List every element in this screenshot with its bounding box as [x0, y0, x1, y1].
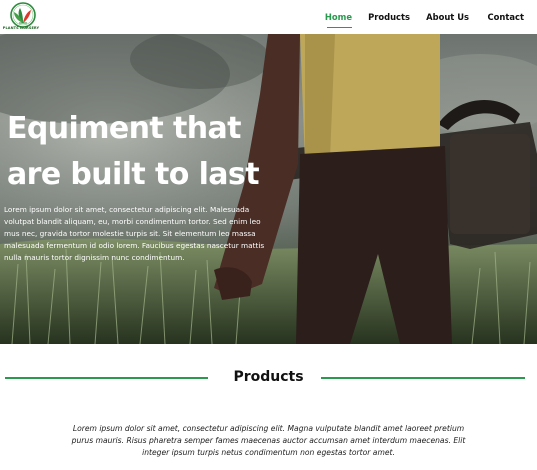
divider-right — [321, 377, 525, 379]
hero-title: Equiment that are built to last — [7, 106, 277, 198]
hero-description: Lorem ipsum dolor sit amet, consectetur … — [4, 205, 265, 262]
hero-title-line-2: are built to last — [7, 157, 260, 192]
site-header: PLANTS NURSERY Home Products About Us Co… — [0, 0, 537, 34]
nav-products[interactable]: Products — [368, 12, 410, 22]
nav-about-us[interactable]: About Us — [426, 12, 469, 22]
logo-text: PLANTS NURSERY — [2, 26, 40, 30]
hero-banner: Equiment that are built to last Lorem ip… — [0, 34, 537, 344]
hero-title-line-1: Equiment that — [7, 111, 241, 146]
nav-contact[interactable]: Contact — [488, 12, 525, 22]
products-heading-row: Products — [0, 366, 537, 390]
products-description: Lorem ipsum dolor sit amet, consectetur … — [71, 424, 466, 457]
nav-active-underline — [327, 27, 352, 29]
nav-home[interactable]: Home — [325, 12, 352, 22]
